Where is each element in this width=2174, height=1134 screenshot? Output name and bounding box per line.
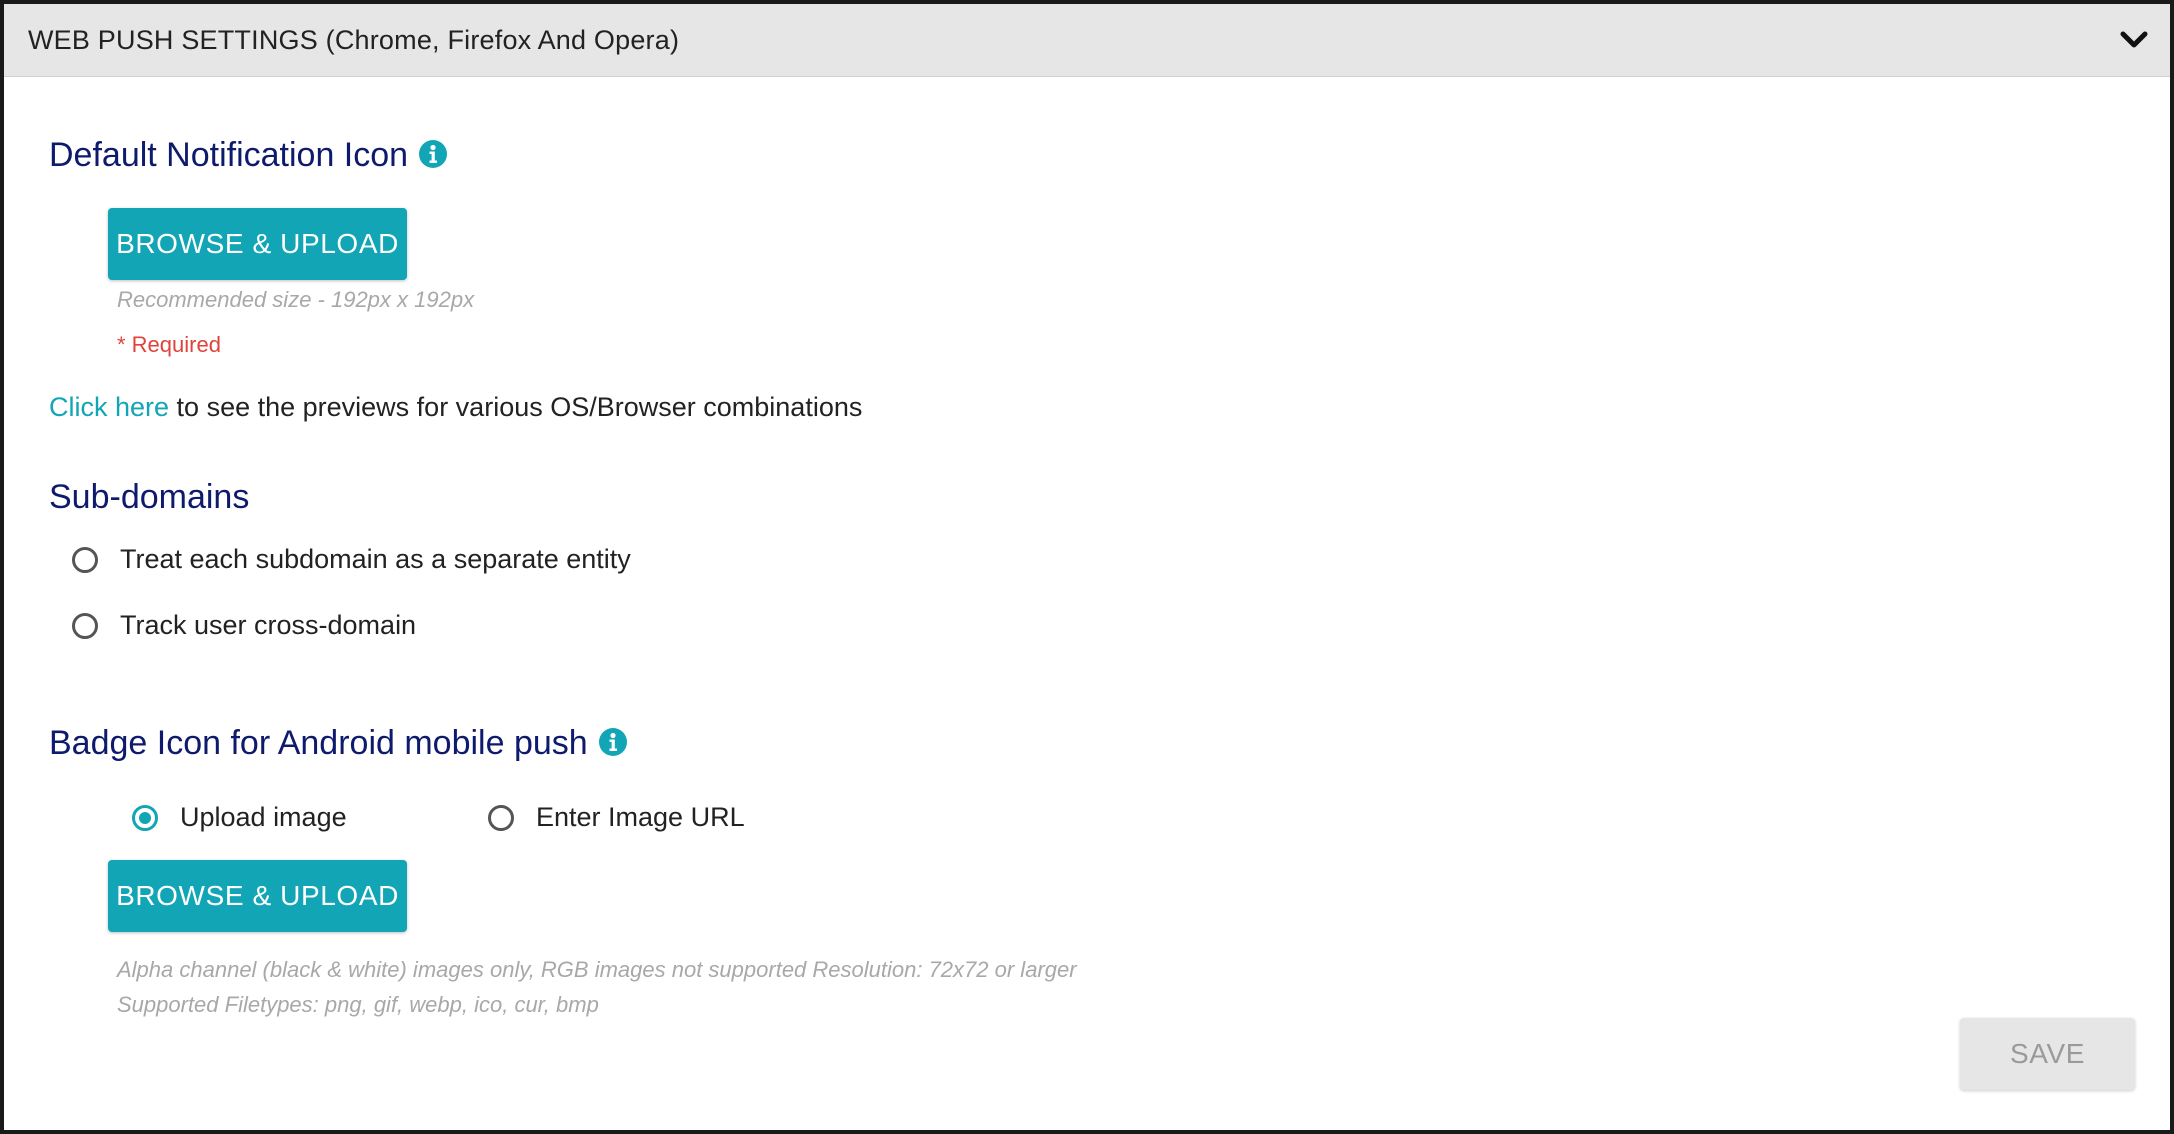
badge-filetype-hint: Supported Filetypes: png, gif, webp, ico…: [117, 992, 599, 1017]
radio-label: Upload image: [180, 802, 347, 832]
badge-format-hint: Alpha channel (black & white) images onl…: [117, 957, 1077, 982]
radio-upload-image[interactable]: Upload image: [132, 802, 347, 833]
badge-icon-title-text: Badge Icon for Android mobile push: [49, 724, 588, 762]
panel-header[interactable]: WEB PUSH SETTINGS (Chrome, Firefox And O…: [4, 4, 2170, 77]
radio-button[interactable]: [72, 612, 98, 639]
browse-upload-button[interactable]: BROWSE & UPLOAD: [108, 208, 407, 280]
chevron-down-icon[interactable]: [2116, 22, 2152, 58]
info-icon[interactable]: [598, 727, 628, 757]
panel-title: WEB PUSH SETTINGS (Chrome, Firefox And O…: [28, 25, 680, 55]
recommended-size-hint: Recommended size - 192px x 192px: [117, 287, 475, 312]
notification-icon-title: Default Notification Icon: [49, 136, 448, 175]
preview-line: Click here to see the previews for vario…: [49, 392, 862, 423]
radio-enter-image-url[interactable]: Enter Image URL: [488, 802, 745, 833]
radio-button[interactable]: [72, 546, 98, 573]
badge-browse-upload-button[interactable]: BROWSE & UPLOAD: [108, 860, 407, 932]
badge-icon-title: Badge Icon for Android mobile push: [49, 724, 628, 763]
notification-icon-title-text: Default Notification Icon: [49, 136, 409, 174]
radio-button[interactable]: [488, 804, 514, 831]
click-here-link[interactable]: Click here: [49, 392, 169, 422]
radio-label: Treat each subdomain as a separate entit…: [120, 544, 631, 574]
radio-label: Enter Image URL: [536, 802, 745, 832]
radio-button-selected[interactable]: [132, 804, 158, 831]
save-button[interactable]: SAVE: [1960, 1018, 2135, 1090]
radio-label: Track user cross-domain: [120, 610, 417, 640]
radio-cross-domain[interactable]: Track user cross-domain: [72, 610, 416, 641]
subdomains-title: Sub-domains: [49, 478, 250, 516]
web-push-settings-panel: WEB PUSH SETTINGS (Chrome, Firefox And O…: [0, 0, 2174, 1134]
info-icon[interactable]: [418, 139, 448, 169]
required-indicator: * Required: [117, 332, 221, 357]
radio-separate-entity[interactable]: Treat each subdomain as a separate entit…: [72, 544, 631, 575]
preview-line-text: to see the previews for various OS/Brows…: [169, 392, 863, 422]
